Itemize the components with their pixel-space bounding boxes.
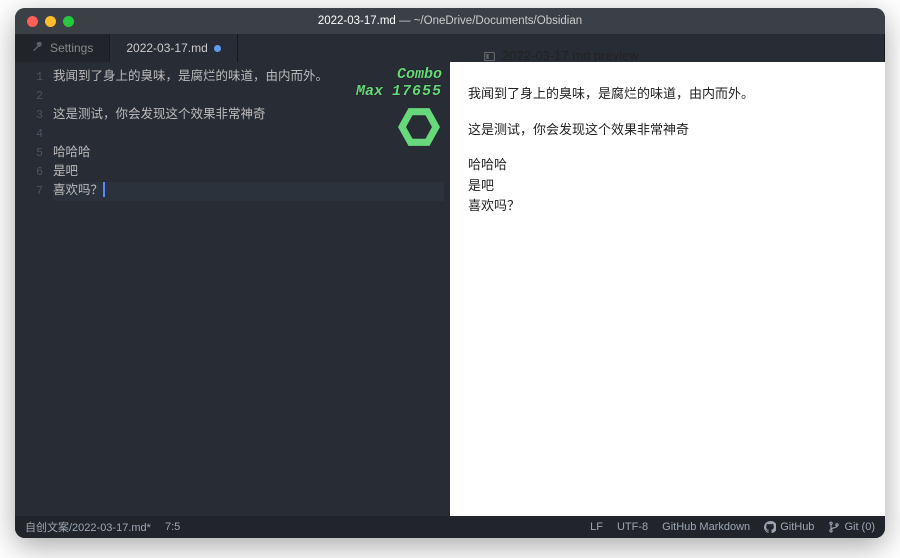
status-grammar[interactable]: GitHub Markdown	[662, 521, 750, 533]
app-window: 2022-03-17.md — ~/OneDrive/Documents/Obs…	[15, 8, 885, 538]
tab-editor[interactable]: 2022-03-17.md	[110, 34, 237, 62]
status-cursor-position[interactable]: 7:5	[165, 521, 180, 533]
status-encoding[interactable]: UTF-8	[617, 521, 648, 533]
titlebar: 2022-03-17.md — ~/OneDrive/Documents/Obs…	[15, 8, 885, 34]
preview-line: 是吧	[468, 176, 867, 196]
preview-line: 喜欢吗？	[468, 196, 867, 216]
combo-overlay: Combo Max 17655	[356, 66, 442, 148]
tab-settings[interactable]: Settings	[15, 34, 110, 62]
status-bar: 自创文案/2022-03-17.md* 7:5 LF UTF-8 GitHub …	[15, 516, 885, 538]
status-git-label: Git (0)	[844, 521, 875, 533]
tab-label: 2022-03-17.md	[126, 41, 207, 55]
preview-icon	[483, 50, 496, 63]
preview-paragraph: 这是测试，你会发现这个效果非常神奇	[468, 120, 867, 140]
preview-pane: 我闻到了身上的臭味，是腐烂的味道，由内而外。 这是测试，你会发现这个效果非常神奇…	[450, 62, 885, 516]
preview-line: 哈哈哈	[468, 155, 867, 175]
modified-dot-icon	[214, 45, 221, 52]
combo-hex-icon	[398, 106, 440, 148]
tab-label: Settings	[50, 41, 93, 55]
code-line: 是吧	[53, 163, 444, 182]
title-filename: 2022-03-17.md	[318, 15, 396, 27]
preview-paragraph: 我闻到了身上的臭味，是腐烂的味道，由内而外。	[468, 84, 867, 104]
status-github[interactable]: GitHub	[764, 521, 814, 533]
status-breadcrumb[interactable]: 自创文案/2022-03-17.md*	[25, 519, 151, 535]
editor-pane[interactable]: 1234567 我闻到了身上的臭味，是腐烂的味道，由内而外。 这是测试，你会发现…	[15, 62, 450, 516]
window-title: 2022-03-17.md — ~/OneDrive/Documents/Obs…	[15, 15, 885, 27]
tab-bar: Settings 2022-03-17.md 2022-03-17.md pre…	[15, 34, 885, 62]
status-git[interactable]: Git (0)	[828, 521, 875, 533]
status-eol[interactable]: LF	[590, 521, 603, 533]
line-number-gutter: 1234567	[15, 62, 53, 516]
title-path: — ~/OneDrive/Documents/Obsidian	[396, 15, 582, 27]
wrench-icon	[31, 42, 44, 55]
combo-max-value: 17655	[392, 83, 442, 100]
github-icon	[764, 521, 776, 533]
code-line: 喜欢吗？	[53, 182, 444, 201]
editor-body: 1234567 我闻到了身上的臭味，是腐烂的味道，由内而外。 这是测试，你会发现…	[15, 62, 885, 516]
combo-max-label: Max	[356, 83, 383, 100]
text-cursor	[103, 182, 105, 197]
status-github-label: GitHub	[780, 521, 814, 533]
git-branch-icon	[828, 521, 840, 533]
combo-label: Combo	[356, 66, 442, 83]
